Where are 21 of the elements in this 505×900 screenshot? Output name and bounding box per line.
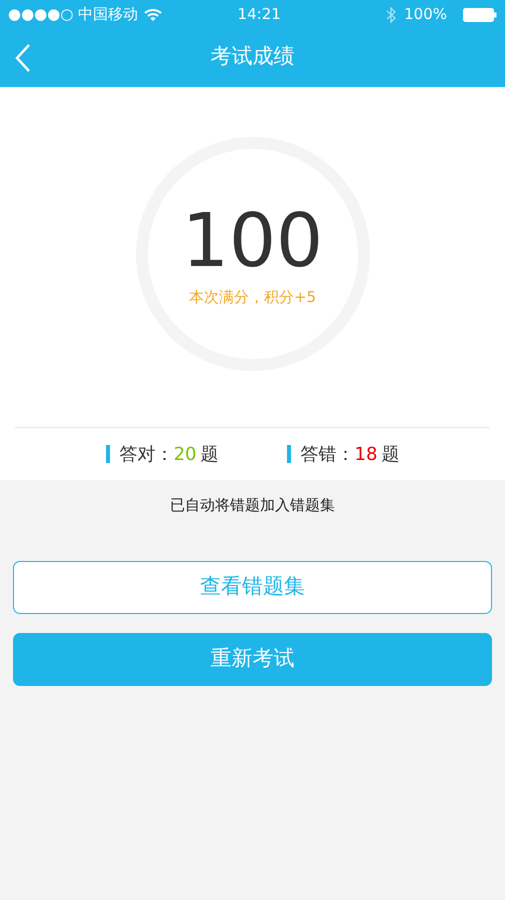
battery-icon: [463, 8, 497, 22]
stat-marker: [106, 445, 110, 463]
page-title: 考试成绩: [210, 43, 294, 70]
stat-count: 18: [354, 442, 378, 466]
bluetooth-icon: [386, 6, 396, 22]
review-button[interactable]: 查看错题集: [13, 560, 492, 614]
stat-count: 20: [174, 442, 196, 466]
time-text: 14:21: [236, 4, 282, 26]
stat-unit: 题: [200, 442, 218, 466]
stat-label: 答错：: [300, 442, 354, 466]
battery-text: 100%: [404, 4, 447, 26]
stat-label: 答对：: [120, 442, 174, 466]
wifi-icon: [144, 8, 162, 22]
score-value: 100: [182, 204, 324, 278]
score-note: 本次满分，积分+5: [188, 286, 316, 308]
carrier-text: ●●●●○ 中国移动: [8, 4, 138, 26]
stat-unit: 题: [381, 442, 400, 466]
stat-marker: [286, 445, 290, 463]
back-icon: [15, 43, 31, 73]
retake-button[interactable]: 重新考试: [13, 632, 492, 686]
notice-text: 已自动将错题加入错题集: [170, 495, 335, 516]
